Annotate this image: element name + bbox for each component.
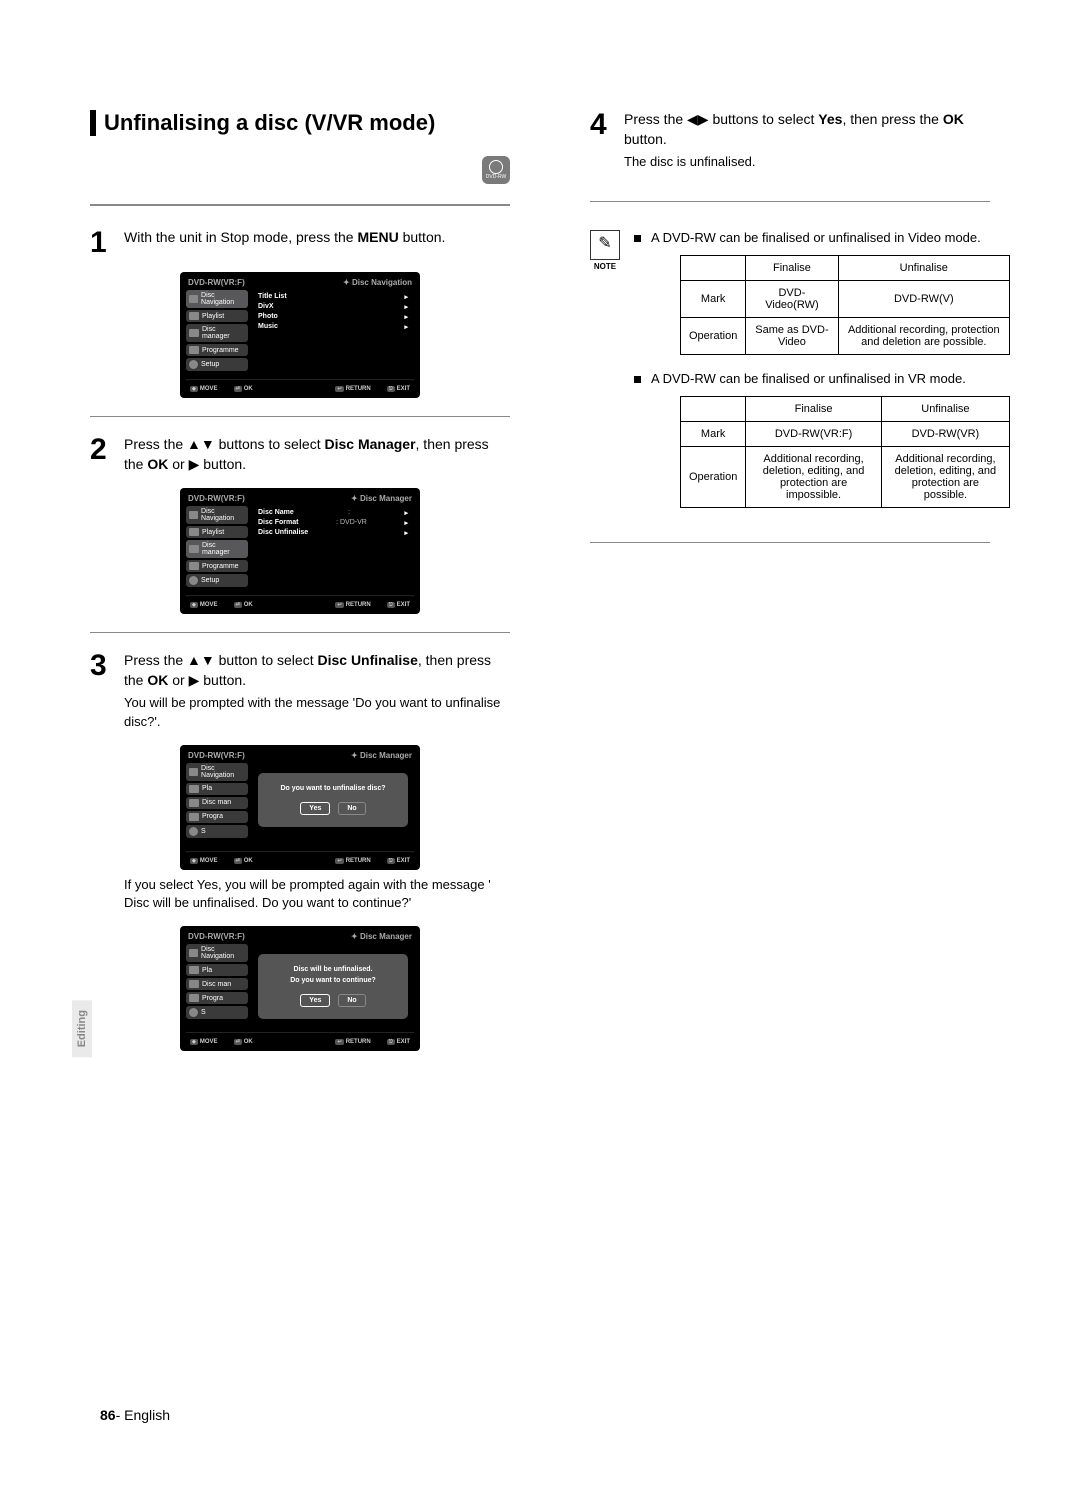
step-text: With the unit in Stop mode, press the ME… xyxy=(124,228,510,248)
osd-screenshot-1: DVD-RW(VR:F)✦ Disc Navigation Disc Navig… xyxy=(180,272,420,398)
step-1: 1 With the unit in Stop mode, press the … xyxy=(90,228,510,258)
section-title: Unfinalising a disc (V/VR mode) xyxy=(90,110,510,136)
divider xyxy=(90,204,510,206)
osd-screenshot-3: DVD-RW(VR:F)✦ Disc Manager Disc Navigati… xyxy=(180,745,420,870)
step-4: 4 Press the ◀▶ buttons to select Yes, th… xyxy=(590,110,990,171)
osd-screenshot-2: DVD-RW(VR:F)✦ Disc Manager Disc Navigati… xyxy=(180,488,420,614)
dvd-rw-badge: DVD-RW xyxy=(482,156,510,184)
note-bullet: A DVD-RW can be finalised or unfinalised… xyxy=(634,371,1010,386)
left-column: Unfinalising a disc (V/VR mode) DVD-RW 1… xyxy=(90,110,510,1055)
confirm-dialog-2: Disc will be unfinalised. Do you want to… xyxy=(258,954,408,1019)
confirm-dialog: Do you want to unfinalise disc? Yes No xyxy=(258,773,408,827)
divider xyxy=(90,416,510,417)
note-bullet: A DVD-RW can be finalised or unfinalised… xyxy=(634,230,1010,245)
divider xyxy=(90,632,510,633)
note-block: NOTE A DVD-RW can be finalised or unfina… xyxy=(590,230,990,524)
divider xyxy=(590,201,990,202)
note-icon xyxy=(590,230,620,260)
divider xyxy=(590,542,990,543)
section-tab: Editing xyxy=(72,1000,92,1057)
video-mode-table: Finalise Unfinalise Mark DVD-Video(RW) D… xyxy=(680,255,1010,355)
yes-button[interactable]: Yes xyxy=(300,994,330,1007)
osd-screenshot-4: DVD-RW(VR:F)✦ Disc Manager Disc Navigati… xyxy=(180,926,420,1051)
step-3-followup: If you select Yes, you will be prompted … xyxy=(124,876,510,912)
yes-button[interactable]: Yes xyxy=(300,802,330,815)
step-number: 1 xyxy=(90,228,114,258)
side-nav: Disc Navigation xyxy=(186,290,248,308)
no-button[interactable]: No xyxy=(338,802,365,815)
step-3: 3 Press the ▲▼ button to select Disc Unf… xyxy=(90,651,510,731)
right-column: 4 Press the ◀▶ buttons to select Yes, th… xyxy=(590,110,990,1055)
no-button[interactable]: No xyxy=(338,994,365,1007)
vr-mode-table: Finalise Unfinalise Mark DVD-RW(VR:F) DV… xyxy=(680,396,1010,508)
step-2: 2 Press the ▲▼ buttons to select Disc Ma… xyxy=(90,435,510,474)
page-footer: 86- English xyxy=(100,1407,170,1423)
